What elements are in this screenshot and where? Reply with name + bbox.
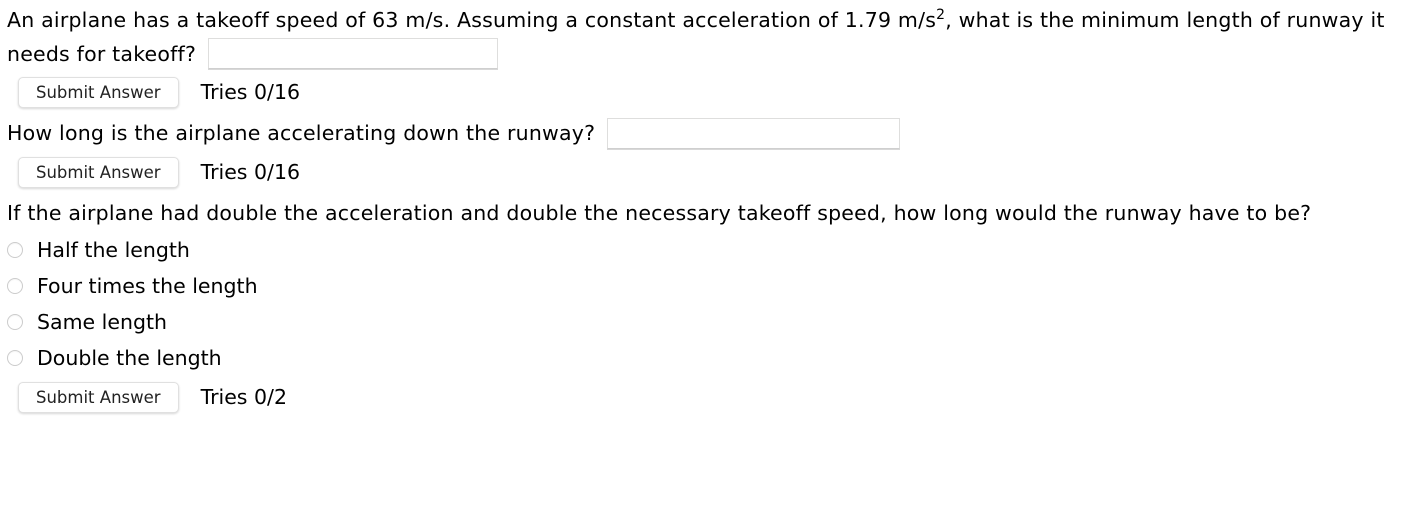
- answer-input-2[interactable]: [607, 117, 901, 149]
- submit-row-3: Submit Answer Tries 0/2: [0, 382, 1414, 413]
- submit-answer-button-2[interactable]: Submit Answer: [18, 156, 179, 188]
- option-row-3[interactable]: Double the length: [0, 340, 1414, 376]
- answer-options-list: Half the length Four times the length Sa…: [0, 232, 1414, 376]
- tries-counter-2: Tries 0/16: [200, 159, 301, 184]
- submit-row-2: Submit Answer Tries 0/16: [0, 156, 1414, 188]
- radio-button-icon-0[interactable]: [7, 242, 23, 258]
- option-label-1: Four times the length: [37, 274, 258, 298]
- option-row-0[interactable]: Half the length: [0, 232, 1414, 268]
- option-label-3: Double the length: [37, 346, 222, 370]
- radio-button-icon-2[interactable]: [7, 314, 23, 330]
- option-row-2[interactable]: Same length: [0, 304, 1414, 340]
- submit-row-1: Submit Answer Tries 0/16: [0, 77, 1414, 108]
- option-label-0: Half the length: [37, 238, 190, 262]
- radio-button-icon-3[interactable]: [7, 350, 23, 366]
- tries-counter-3: Tries 0/2: [200, 385, 287, 409]
- option-label-2: Same length: [37, 310, 168, 334]
- submit-answer-button-1[interactable]: Submit Answer: [18, 77, 179, 108]
- question-2-text-before: How long is the airplane accelerating do…: [7, 121, 596, 145]
- question-1-text-before: An airplane has a takeoff speed of 63 m/…: [7, 8, 937, 32]
- question-3-text: If the airplane had double the accelerat…: [0, 197, 1414, 231]
- tries-counter-1: Tries 0/16: [200, 80, 301, 104]
- question-1-exponent: 2: [936, 7, 946, 24]
- option-row-1[interactable]: Four times the length: [0, 268, 1414, 304]
- answer-input-1[interactable]: [208, 38, 499, 69]
- question-1-text: An airplane has a takeoff speed of 63 m/…: [0, 4, 1414, 71]
- submit-answer-button-3[interactable]: Submit Answer: [18, 382, 179, 413]
- assignment-page: An airplane has a takeoff speed of 63 m/…: [0, 4, 1414, 526]
- question-3-text-before: If the airplane had double the accelerat…: [7, 200, 1312, 225]
- question-2-text: How long is the airplane accelerating do…: [0, 117, 1414, 151]
- radio-button-icon-1[interactable]: [7, 278, 23, 294]
